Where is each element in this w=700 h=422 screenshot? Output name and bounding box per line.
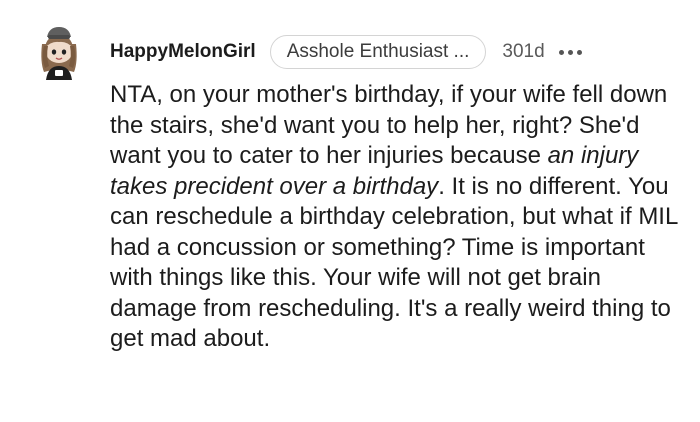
comment-age: 301d (502, 41, 545, 62)
comment-header: HappyMelonGirl Asshole Enthusiast ... 30… (110, 34, 582, 70)
user-flair-badge: Asshole Enthusiast ... (269, 35, 487, 69)
username-link[interactable]: HappyMelonGirl (110, 41, 256, 63)
comment-body: NTA, on your mother's birthday, if your … (110, 80, 690, 355)
more-horizontal-icon (558, 49, 582, 55)
user-flair-text: Asshole Enthusiast ... (286, 41, 470, 62)
comment: HappyMelonGirl Asshole Enthusiast ... 30… (0, 0, 700, 422)
user-avatar[interactable] (34, 22, 84, 82)
snoo-avatar-icon (41, 27, 77, 80)
more-options-button[interactable] (558, 42, 582, 62)
